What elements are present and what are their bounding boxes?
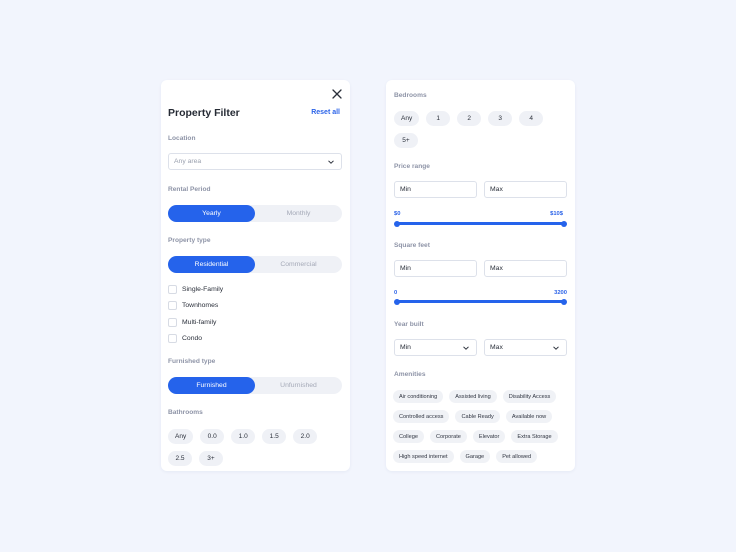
close-icon (332, 89, 342, 99)
chevron-down-icon (328, 160, 334, 164)
chevron-down-icon (463, 346, 469, 350)
bedrooms-option[interactable]: 1 (426, 111, 451, 126)
sqft-max-input[interactable]: Max (484, 260, 567, 277)
year-built-label: Year built (394, 321, 424, 328)
rental-period-toggle: Yearly Monthly (168, 205, 342, 222)
location-select[interactable]: Any area (168, 153, 342, 170)
panel-title: Property Filter (168, 107, 240, 119)
year-built-max-select[interactable]: Max (484, 339, 567, 356)
sqft-slider-min-thumb[interactable] (394, 298, 400, 305)
property-filter-panel-continued: Bedrooms Any 1 2 3 4 5+ Price range Min … (386, 80, 575, 471)
furnished-type-label: Furnished type (168, 358, 216, 365)
location-label: Location (168, 135, 196, 142)
amenity-chip[interactable]: Extra Storage (511, 430, 558, 443)
property-type-commercial[interactable]: Commercial (255, 256, 342, 273)
furnished-type-furnished[interactable]: Furnished (168, 377, 255, 394)
rental-period-monthly[interactable]: Monthly (255, 205, 342, 222)
checkbox-townhomes[interactable]: Townhomes (168, 301, 223, 311)
checkbox[interactable] (168, 301, 177, 310)
bathrooms-option[interactable]: 1.0 (231, 429, 256, 444)
year-built-max-value: Max (490, 344, 503, 351)
sqft-slider-max-thumb[interactable] (561, 298, 567, 305)
price-slider-max-thumb[interactable] (561, 220, 567, 227)
price-min-placeholder: Min (400, 186, 411, 193)
bedrooms-options: Any 1 2 3 4 5+ (394, 111, 572, 148)
amenity-chip[interactable]: Disability Access (502, 390, 557, 403)
amenity-chip[interactable]: Cable Ready (455, 410, 500, 423)
checkbox-label: Condo (182, 335, 203, 342)
rental-period-yearly[interactable]: Yearly (168, 205, 255, 222)
price-slider-min-thumb[interactable] (394, 220, 400, 227)
bathrooms-option[interactable]: 0.0 (200, 429, 225, 444)
bedrooms-label: Bedrooms (394, 92, 427, 99)
amenity-chip[interactable]: Garage (459, 450, 491, 463)
price-slider-max-label: $10$ (550, 211, 563, 217)
year-built-min-value: Min (400, 344, 411, 351)
bedrooms-option[interactable]: 2 (457, 111, 482, 126)
checkbox-condo[interactable]: Condo (168, 334, 223, 344)
amenity-chip[interactable]: Corporate (429, 430, 467, 443)
amenities-label: Amenities (394, 371, 426, 378)
checkbox-single-family[interactable]: Single-Family (168, 284, 223, 294)
property-subtype-list: Single-Family Townhomes Multi-family Con… (168, 284, 223, 344)
property-type-residential[interactable]: Residential (168, 256, 255, 273)
bathrooms-options: Any 0.0 1.0 1.5 2.0 2.5 3+ (168, 429, 346, 466)
amenity-chip[interactable]: College (393, 430, 424, 443)
bathrooms-option[interactable]: 3+ (199, 451, 223, 466)
checkbox-label: Townhomes (182, 302, 219, 309)
property-type-toggle: Residential Commercial (168, 256, 342, 273)
bathrooms-label: Bathrooms (168, 409, 203, 416)
sqft-max-placeholder: Max (490, 265, 503, 272)
checkbox-multi-family[interactable]: Multi-family (168, 317, 223, 327)
amenity-chip[interactable]: Elevator (472, 430, 506, 443)
close-button[interactable] (331, 88, 343, 100)
checkbox[interactable] (168, 334, 177, 343)
checkbox[interactable] (168, 284, 177, 294)
location-placeholder: Any area (174, 158, 202, 165)
furnished-type-toggle: Furnished Unfurnished (168, 377, 342, 394)
rental-period-label: Rental Period (168, 186, 211, 193)
sqft-min-placeholder: Min (400, 265, 411, 272)
bathrooms-option[interactable]: 2.0 (293, 429, 318, 444)
square-feet-label: Square feet (394, 242, 430, 249)
price-max-input[interactable]: Max (484, 181, 567, 198)
reset-all-link[interactable]: Reset all (311, 109, 340, 116)
sqft-slider-min-label: 0 (394, 290, 398, 296)
year-built-min-select[interactable]: Min (394, 339, 477, 356)
bedrooms-option[interactable]: 3 (488, 111, 513, 126)
sqft-slider-track (396, 300, 564, 303)
checkbox-label: Single-Family (182, 285, 224, 293)
price-min-input[interactable]: Min (394, 181, 477, 198)
amenity-chip[interactable]: Air conditioning (393, 390, 444, 403)
bathrooms-option[interactable]: 2.5 (168, 451, 192, 466)
bedrooms-option[interactable]: 4 (519, 111, 544, 126)
amenity-chip[interactable]: Available now (505, 410, 553, 423)
price-max-placeholder: Max (490, 186, 503, 193)
price-range-label: Price range (394, 163, 430, 170)
amenity-chip[interactable]: Controlled access (393, 410, 450, 423)
sqft-min-input[interactable]: Min (394, 260, 477, 277)
price-slider-track (396, 222, 564, 225)
amenity-chip[interactable]: Assisted living (449, 390, 497, 403)
amenity-chip[interactable]: Pet allowed (496, 450, 538, 463)
bedrooms-option[interactable]: 5+ (394, 133, 418, 148)
sqft-slider-max-label: 3200 (554, 290, 567, 296)
property-filter-panel: Property Filter Reset all Location Any a… (161, 80, 350, 471)
checkbox[interactable] (168, 317, 177, 327)
property-type-label: Property type (168, 237, 211, 244)
amenities-options: Air conditioning Assisted living Disabil… (393, 390, 571, 463)
bathrooms-option[interactable]: Any (168, 429, 194, 444)
bedrooms-option[interactable]: Any (394, 111, 420, 126)
furnished-type-unfurnished[interactable]: Unfurnished (255, 377, 342, 394)
amenity-chip[interactable]: High speed internet (393, 450, 454, 463)
bathrooms-option[interactable]: 1.5 (262, 429, 287, 444)
chevron-down-icon (553, 346, 559, 350)
price-slider-min-label: $0 (394, 211, 401, 217)
checkbox-label: Multi-family (182, 318, 217, 326)
